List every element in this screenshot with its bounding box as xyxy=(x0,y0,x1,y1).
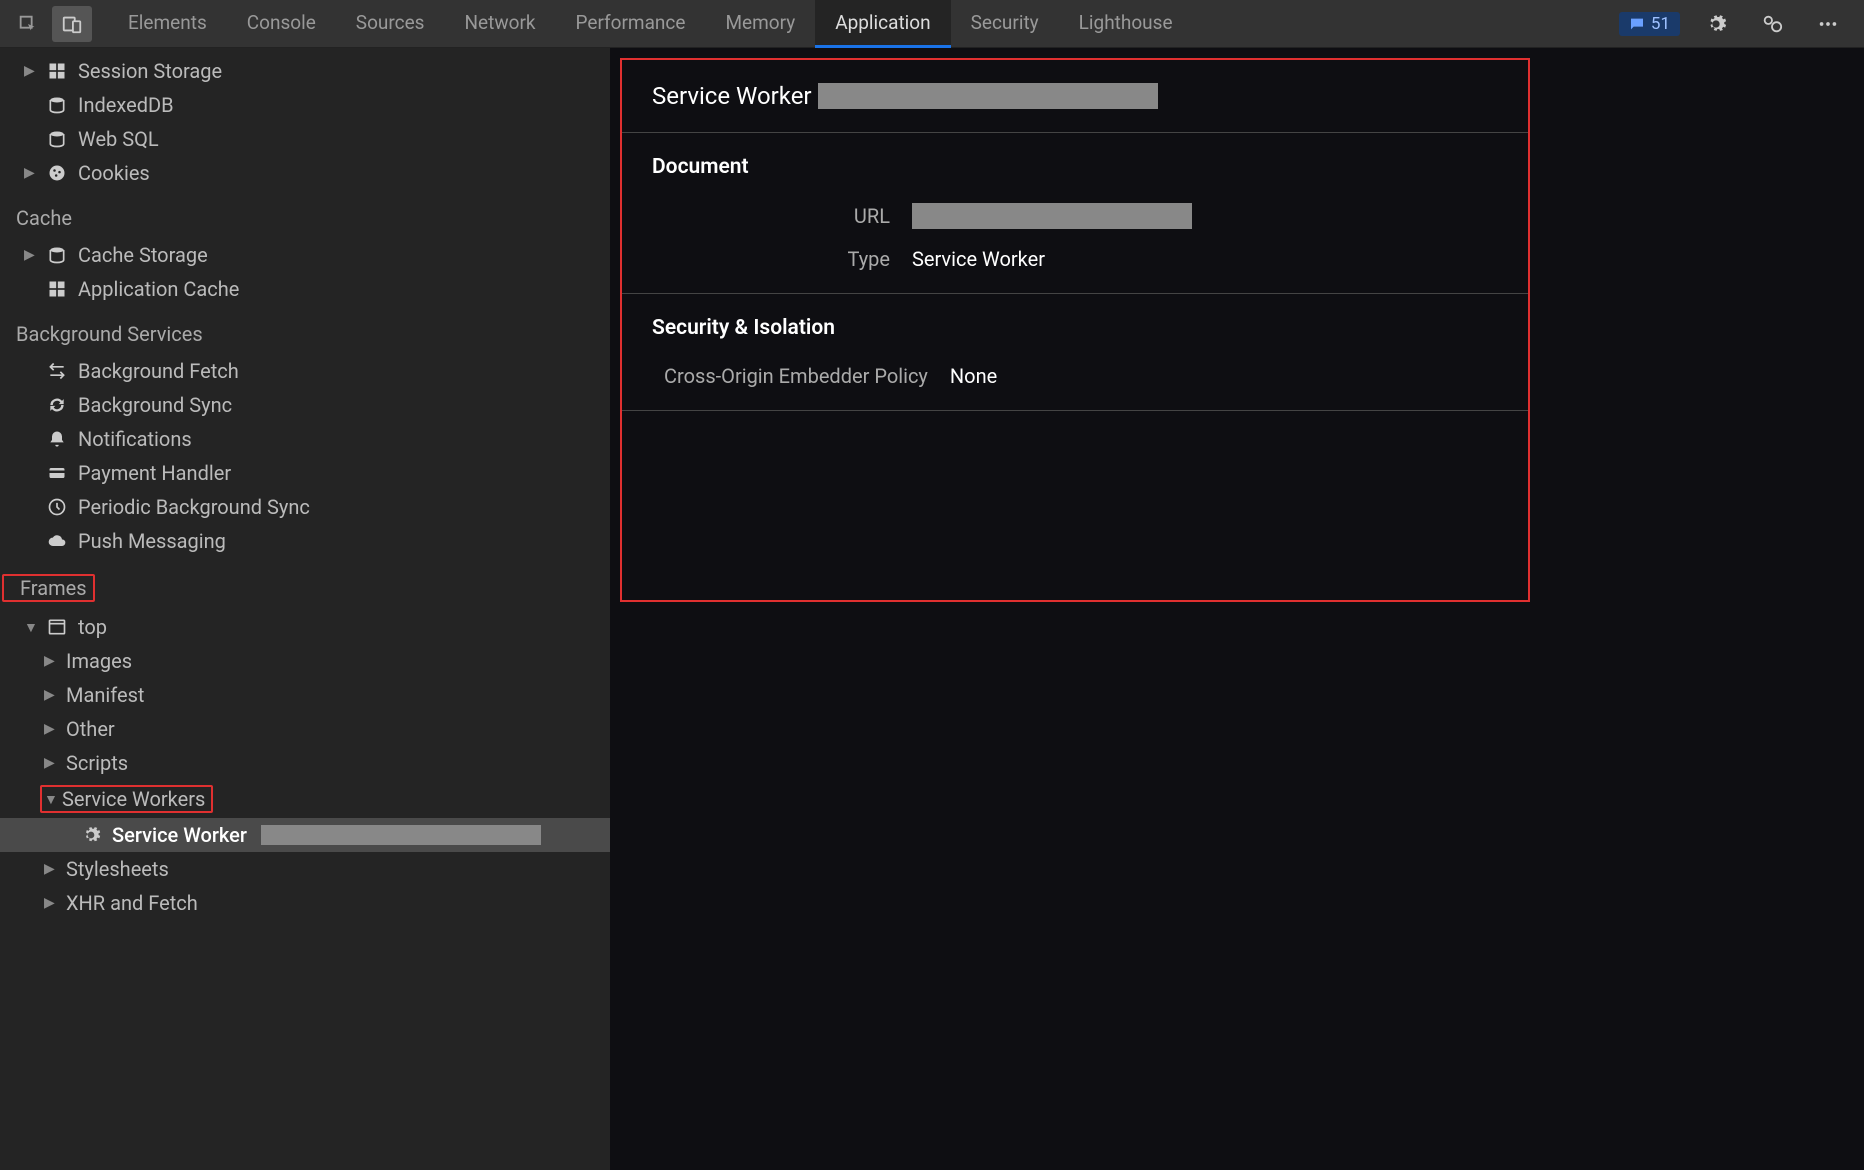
security-isolation-section: Security & Isolation Cross-Origin Embedd… xyxy=(622,294,1528,411)
sidebar-item-session-storage[interactable]: ▶ Session Storage xyxy=(0,54,610,88)
sidebar-item-xhr-and-fetch[interactable]: ▶ XHR and Fetch xyxy=(0,886,610,920)
chevron-down-icon: ▼ xyxy=(44,791,56,808)
settings-icon[interactable] xyxy=(1696,6,1736,42)
database-icon xyxy=(46,128,68,150)
cloud-icon xyxy=(46,530,68,552)
fetch-icon xyxy=(46,360,68,382)
tab-sources[interactable]: Sources xyxy=(336,0,445,48)
sidebar-item-payment-handler[interactable]: Payment Handler xyxy=(0,456,610,490)
grid-icon xyxy=(46,60,68,82)
chevron-right-icon: ▶ xyxy=(24,247,36,263)
more-menu-icon[interactable] xyxy=(1808,6,1848,42)
security-heading: Security & Isolation xyxy=(652,316,1498,340)
sidebar-item-notifications[interactable]: Notifications xyxy=(0,422,610,456)
sync-icon xyxy=(46,394,68,416)
grid-icon xyxy=(46,278,68,300)
sidebar-section-frames: Frames xyxy=(0,566,610,610)
chevron-down-icon: ▼ xyxy=(24,619,36,636)
panel-header: Service Worker xyxy=(622,60,1528,133)
chevron-right-icon: ▶ xyxy=(24,165,36,181)
redacted-text xyxy=(261,825,541,845)
issues-count: 51 xyxy=(1651,14,1670,34)
credit-card-icon xyxy=(46,462,68,484)
highlight-box: Service Worker Document URL Type Service… xyxy=(620,58,1530,602)
sidebar-item-application-cache[interactable]: Application Cache xyxy=(0,272,610,306)
redacted-text xyxy=(818,83,1158,109)
tab-lighthouse[interactable]: Lighthouse xyxy=(1059,0,1193,48)
tab-elements[interactable]: Elements xyxy=(108,0,227,48)
window-icon xyxy=(46,616,68,638)
sidebar-section-cache: Cache xyxy=(0,198,610,238)
clock-icon xyxy=(46,496,68,518)
device-toggle-icon[interactable] xyxy=(52,6,92,42)
tab-console[interactable]: Console xyxy=(227,0,336,48)
sidebar-item-frames-top[interactable]: ▼ top xyxy=(0,610,610,644)
type-value: Service Worker xyxy=(912,247,1045,271)
panel-title: Service Worker xyxy=(652,82,812,110)
application-sidebar: ▶ Session Storage IndexedDB Web SQL ▶ Co… xyxy=(0,48,610,1170)
chevron-right-icon: ▶ xyxy=(44,653,56,669)
tab-network[interactable]: Network xyxy=(444,0,555,48)
sidebar-item-periodic-background-sync[interactable]: Periodic Background Sync xyxy=(0,490,610,524)
sidebar-item-websql[interactable]: Web SQL xyxy=(0,122,610,156)
chevron-right-icon: ▶ xyxy=(44,687,56,703)
database-icon xyxy=(46,244,68,266)
sidebar-item-indexeddb[interactable]: IndexedDB xyxy=(0,88,610,122)
gear-icon xyxy=(80,824,102,846)
sidebar-item-cache-storage[interactable]: ▶ Cache Storage xyxy=(0,238,610,272)
sidebar-section-background-services: Background Services xyxy=(0,314,610,354)
sidebar-item-background-fetch[interactable]: Background Fetch xyxy=(0,354,610,388)
url-label: URL xyxy=(652,204,912,228)
sidebar-item-scripts[interactable]: ▶ Scripts xyxy=(0,746,610,780)
tab-security[interactable]: Security xyxy=(951,0,1059,48)
sidebar-item-push-messaging[interactable]: Push Messaging xyxy=(0,524,610,558)
application-main-panel: Service Worker Document URL Type Service… xyxy=(610,48,1864,1170)
console-issues-badge[interactable]: 51 xyxy=(1619,12,1680,36)
tab-performance[interactable]: Performance xyxy=(556,0,706,48)
devtools-tabs: Elements Console Sources Network Perform… xyxy=(108,0,1619,48)
bell-icon xyxy=(46,428,68,450)
cookie-icon xyxy=(46,162,68,184)
chevron-right-icon: ▶ xyxy=(44,755,56,771)
chevron-right-icon: ▶ xyxy=(44,721,56,737)
account-icon[interactable] xyxy=(1752,6,1792,42)
coep-label: Cross-Origin Embedder Policy xyxy=(652,364,950,388)
tab-application[interactable]: Application xyxy=(815,0,950,48)
document-section: Document URL Type Service Worker xyxy=(622,133,1528,294)
sidebar-item-background-sync[interactable]: Background Sync xyxy=(0,388,610,422)
inspect-element-icon[interactable] xyxy=(8,6,48,42)
sidebar-item-stylesheets[interactable]: ▶ Stylesheets xyxy=(0,852,610,886)
redacted-url-value xyxy=(912,203,1192,229)
chevron-right-icon: ▶ xyxy=(24,63,36,79)
sidebar-item-cookies[interactable]: ▶ Cookies xyxy=(0,156,610,190)
coep-value: None xyxy=(950,364,997,388)
devtools-toolbar: Elements Console Sources Network Perform… xyxy=(0,0,1864,48)
tab-memory[interactable]: Memory xyxy=(705,0,815,48)
chevron-right-icon: ▶ xyxy=(44,895,56,911)
chevron-right-icon: ▶ xyxy=(44,861,56,877)
sidebar-item-images[interactable]: ▶ Images xyxy=(0,644,610,678)
type-label: Type xyxy=(652,247,912,271)
sidebar-item-service-workers-group[interactable]: ▼ Service Workers xyxy=(0,780,610,818)
sidebar-item-other[interactable]: ▶ Other xyxy=(0,712,610,746)
sidebar-item-service-worker-instance[interactable]: Service Worker xyxy=(0,818,610,852)
sidebar-item-manifest[interactable]: ▶ Manifest xyxy=(0,678,610,712)
document-heading: Document xyxy=(652,155,1498,179)
database-icon xyxy=(46,94,68,116)
